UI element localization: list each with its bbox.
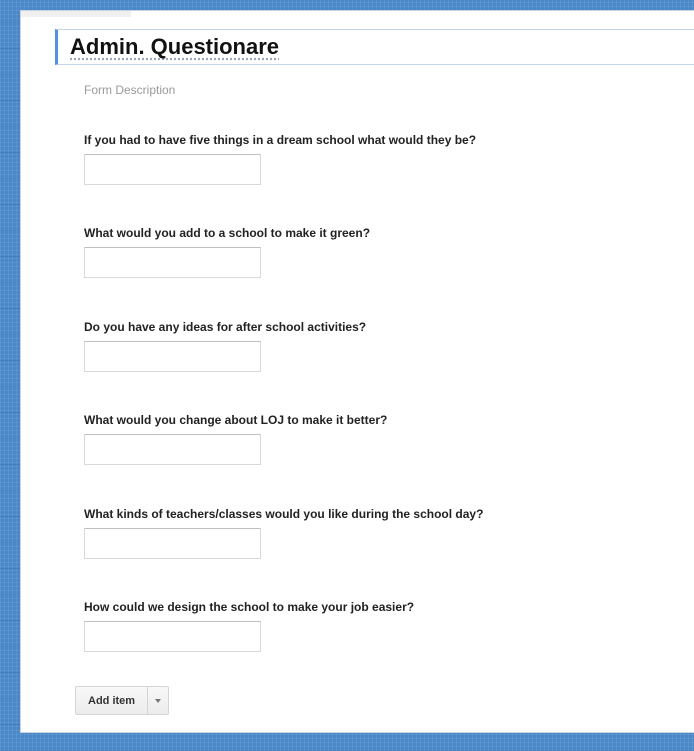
question-label: What kinds of teachers/classes would you… [84, 507, 484, 521]
answer-input[interactable] [84, 434, 261, 465]
form-title[interactable]: Admin. Questionare [70, 34, 279, 60]
question-item: How could we design the school to make y… [84, 600, 414, 652]
question-item: What would you change about LOJ to make … [84, 413, 387, 465]
add-item-button[interactable]: Add item [75, 686, 170, 715]
answer-input[interactable] [84, 341, 261, 372]
answer-input[interactable] [84, 247, 261, 278]
form-title-field[interactable]: Admin. Questionare [55, 29, 694, 65]
answer-input[interactable] [84, 154, 261, 185]
add-item-dropdown[interactable] [148, 687, 168, 714]
add-item-label[interactable]: Add item [76, 687, 149, 714]
question-label: What would you change about LOJ to make … [84, 413, 388, 427]
question-label: How could we design the school to make y… [84, 600, 415, 614]
chevron-down-icon [155, 698, 162, 703]
panel-top-strip [21, 11, 131, 17]
question-item: What kinds of teachers/classes would you… [84, 507, 483, 559]
answer-input[interactable] [84, 621, 261, 652]
question-label: Do you have any ideas for after school a… [84, 320, 367, 334]
question-item: If you had to have five things in a drea… [84, 133, 476, 185]
question-label: If you had to have five things in a drea… [84, 133, 477, 147]
answer-input[interactable] [84, 528, 261, 559]
form-editor-panel: Admin. Questionare Form Description If y… [20, 10, 694, 733]
form-description[interactable]: Form Description [84, 83, 175, 97]
question-label: What would you add to a school to make i… [84, 226, 371, 240]
question-item: Do you have any ideas for after school a… [84, 320, 366, 372]
question-item: What would you add to a school to make i… [84, 226, 370, 278]
